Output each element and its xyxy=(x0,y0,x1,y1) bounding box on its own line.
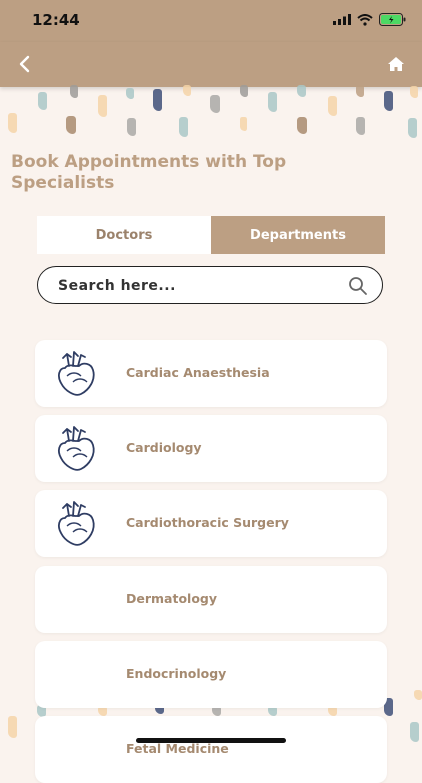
nav-bar xyxy=(0,42,422,87)
status-icons xyxy=(333,13,406,26)
department-label: Fetal Medicine xyxy=(126,741,229,756)
chevron-left-icon xyxy=(19,55,30,73)
department-label: Dermatology xyxy=(126,591,218,606)
heart-icon xyxy=(58,426,95,471)
tab-doctors[interactable]: Doctors xyxy=(37,216,211,254)
search-input[interactable] xyxy=(56,274,340,298)
tab-departments[interactable]: Departments xyxy=(211,216,385,254)
department-label: Cardiology xyxy=(126,440,202,455)
department-card-dermatology[interactable]: Dermatology xyxy=(35,566,387,633)
department-label: Cardiothoracic Surgery xyxy=(126,515,289,530)
department-card-cardiothoracic-surgery[interactable]: Cardiothoracic Surgery xyxy=(35,490,387,557)
department-card-endocrinology[interactable]: Endocrinology xyxy=(35,641,387,708)
home-indicator xyxy=(136,738,286,743)
status-bar: 12:44 xyxy=(0,0,422,42)
wifi-icon xyxy=(357,13,373,26)
department-card-cardiac-anaesthesia[interactable]: Cardiac Anaesthesia xyxy=(35,340,387,407)
department-label: Cardiac Anaesthesia xyxy=(126,365,270,380)
tab-bar: Doctors Departments xyxy=(37,216,385,254)
search-icon[interactable] xyxy=(348,276,368,296)
home-button[interactable] xyxy=(384,52,408,76)
battery-icon xyxy=(379,13,406,26)
department-label: Endocrinology xyxy=(126,666,227,681)
search-box xyxy=(37,266,383,304)
back-button[interactable] xyxy=(12,52,36,76)
heart-icon xyxy=(58,351,95,396)
home-icon xyxy=(388,57,404,71)
heart-icon xyxy=(58,501,95,546)
status-time: 12:44 xyxy=(32,11,80,29)
department-card-cardiology[interactable]: Cardiology xyxy=(35,415,387,482)
signal-icon xyxy=(333,14,351,25)
page-title: Book Appointments with Top Specialists xyxy=(11,152,287,193)
